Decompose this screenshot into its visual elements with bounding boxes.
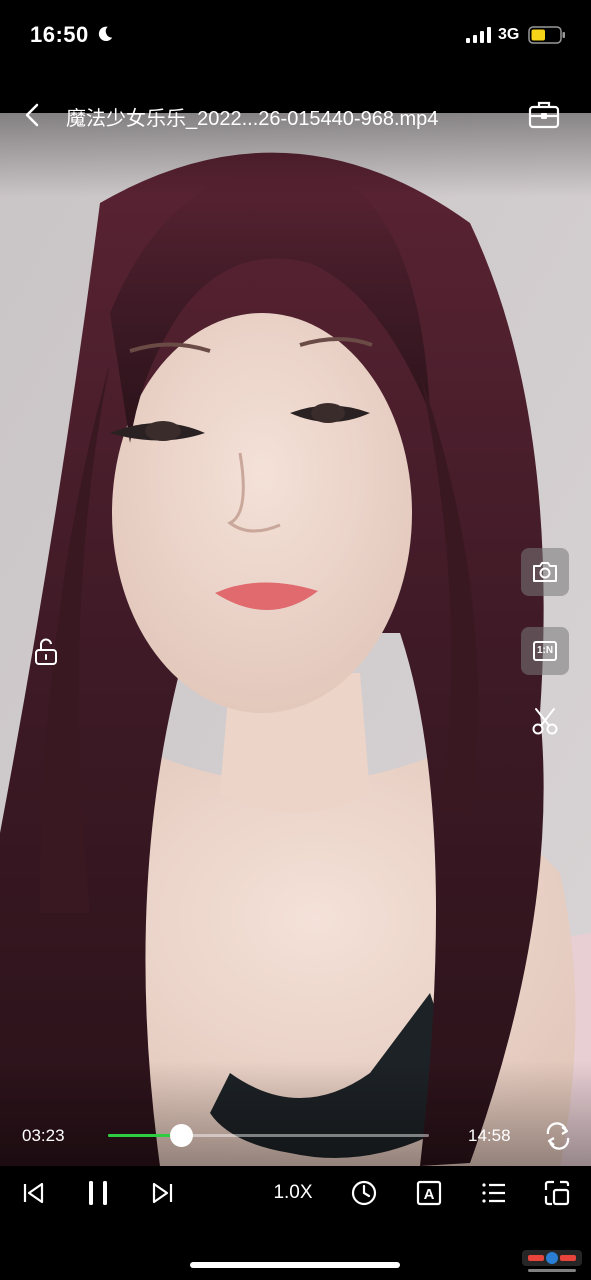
progress-bar[interactable] bbox=[108, 1124, 429, 1147]
subtitle-button[interactable]: A bbox=[415, 1178, 443, 1208]
subtitle-glyph: A bbox=[424, 1186, 435, 1203]
sleep-timer-button[interactable] bbox=[350, 1178, 378, 1208]
title-bar: 魔法少女乐乐_2022...26-015440-968.mp4 bbox=[0, 90, 591, 140]
video-content bbox=[0, 113, 591, 1166]
status-bar: 16:50 3G bbox=[0, 0, 591, 70]
speed-button[interactable]: 1.0X bbox=[270, 1178, 316, 1208]
home-indicator[interactable] bbox=[190, 1262, 400, 1268]
next-button[interactable] bbox=[148, 1178, 176, 1208]
pause-button[interactable] bbox=[84, 1178, 112, 1208]
site-watermark-logo bbox=[522, 1250, 582, 1272]
picture-in-picture-icon bbox=[544, 1180, 570, 1206]
clip-button[interactable] bbox=[521, 697, 569, 745]
signal-icon bbox=[466, 27, 491, 43]
aspect-ratio-label: 1:N bbox=[532, 641, 558, 661]
playlist-icon bbox=[482, 1183, 505, 1203]
pause-icon bbox=[89, 1181, 107, 1205]
video-title: 魔法少女乐乐_2022...26-015440-968.mp4 bbox=[66, 108, 439, 130]
subtitle-icon: A bbox=[416, 1180, 442, 1206]
status-time: 16:50 bbox=[30, 22, 89, 47]
aspect-ratio-button[interactable]: 1:N bbox=[521, 627, 569, 675]
network-type: 3G bbox=[498, 26, 520, 43]
total-time: 14:58 bbox=[468, 1126, 511, 1145]
chevron-left-icon[interactable] bbox=[20, 102, 46, 128]
progress-thumb[interactable] bbox=[169, 1124, 193, 1147]
screenshot-button[interactable] bbox=[521, 548, 569, 596]
playlist-button[interactable] bbox=[480, 1178, 508, 1208]
do-not-disturb-moon-icon bbox=[98, 26, 113, 42]
skip-previous-icon bbox=[23, 1182, 44, 1204]
toolbox-icon[interactable] bbox=[528, 100, 560, 130]
picture-in-picture-button[interactable] bbox=[543, 1178, 571, 1208]
camera-icon bbox=[533, 562, 557, 582]
scissors-icon bbox=[532, 708, 558, 735]
current-time: 03:23 bbox=[22, 1126, 65, 1145]
unlock-icon bbox=[35, 638, 57, 665]
screen-lock-button[interactable] bbox=[22, 628, 70, 676]
skip-next-icon bbox=[152, 1182, 173, 1204]
previous-button[interactable] bbox=[20, 1178, 48, 1208]
loop-icon[interactable] bbox=[542, 1122, 574, 1150]
video-frame[interactable] bbox=[0, 113, 591, 1166]
battery-icon bbox=[528, 26, 565, 44]
clock-icon bbox=[351, 1180, 377, 1206]
